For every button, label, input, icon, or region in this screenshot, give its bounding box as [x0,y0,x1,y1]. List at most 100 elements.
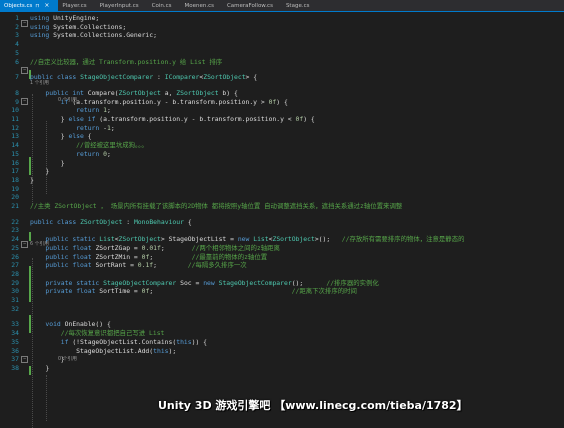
code-token: (a.transform.position.y - b.transform.po… [68,97,269,106]
code-token: } [30,167,50,176]
code-line[interactable]: //曾经被这里坑成狗。。。 [30,141,148,149]
code-token: this [153,346,169,355]
code-comment: //排序器的实例化 [326,278,379,287]
code-line[interactable]: } else { [30,132,92,140]
code-token: ZSortObject [176,88,219,97]
line-number: 37 [11,355,19,364]
code-line[interactable]: } [30,167,49,175]
code-line[interactable]: public class StageObjectComparer : IComp… [30,73,257,81]
code-token: int [72,88,84,97]
code-token: StageObjectComparer [80,73,154,82]
code-token: new [237,235,250,244]
line-number: 18 [11,175,19,184]
code-token: ZSortObject [272,235,315,244]
code-token: StageObjectComparer [218,278,292,287]
code-line[interactable]: if (!StageObjectList.Contains(this)) { [30,338,207,346]
code-line[interactable]: return 0; [30,150,111,158]
code-line[interactable]: private static StageObjectComparer Soc =… [30,278,379,287]
pin-icon[interactable]: ⊓ [35,3,39,9]
code-token: return [76,123,100,132]
fold-toggle-icon[interactable]: − [21,20,28,27]
code-line[interactable]: return -1; [30,124,115,132]
fold-toggle-icon[interactable]: − [21,356,28,363]
code-token: ZSortObject [80,217,123,226]
code-line[interactable]: } [30,159,65,167]
codelens-references[interactable]: 1 个引用 [30,81,49,87]
code-token: > { [245,73,258,82]
code-token: ZSortObject [118,235,161,244]
code-token: ; [149,287,292,296]
code-token: 0.1f [137,261,154,270]
code-line[interactable]: //每次恢复意识都把自己写进 List [30,329,165,337]
code-line[interactable]: StageObjectList.Add(this); [30,347,176,355]
code-line[interactable]: public float ZSortZGap = 0.01f; //两个相邻物体… [30,244,280,252]
line-number: 19 [11,184,19,193]
tab-stage-cs[interactable]: Stage.cs [282,0,319,11]
tab-label: Moenen.cs [184,2,214,9]
tab-label: PlayerInput.cs [99,2,139,9]
code-token: - [99,123,107,132]
line-number: 38 [11,363,19,372]
code-token: ; [160,243,192,252]
line-number: 21 [11,202,19,210]
line-number: 29 [11,278,19,287]
tab-player-cs[interactable]: Player.cs [58,0,95,11]
code-token: } [30,132,69,141]
code-token: (!StageObjectList.Contains( [68,337,177,346]
code-token: > StageObjectList = [160,235,238,244]
code-token: SortRant = [91,261,138,270]
code-line[interactable]: public float ZSortZMin = 0f; //最靠前的物体的z轴… [30,253,267,261]
tab-label: CameraFollow.cs [226,2,273,9]
code-token: new [203,278,215,287]
code-line[interactable]: public static List<ZSortObject> StageObj… [30,235,464,243]
line-number: 14 [11,141,19,150]
code-line[interactable]: using System.Collections.Generic; [30,31,157,39]
tab-coin-cs[interactable]: Coin.cs [148,0,181,11]
code-token: ; [110,123,115,132]
tab-playerinput-cs[interactable]: PlayerInput.cs [96,0,148,11]
line-number: 1 [15,14,19,22]
code-line[interactable]: } [30,364,49,372]
code-line[interactable]: public int Compare(ZSortObject a, ZSortO… [30,88,237,97]
code-comment: //距离下次排序的时间 [291,287,357,296]
code-line[interactable]: void OnEnable() { [30,320,110,328]
code-token: float [72,243,92,252]
code-token: >(); [314,235,342,244]
tab-moenen-cs[interactable]: Moenen.cs [180,0,223,11]
tab-camerafollow-cs[interactable]: CameraFollow.cs [223,0,282,11]
code-line[interactable]: using System.Collections; [30,23,126,31]
code-line[interactable]: if (a.transform.position.y - b.transform… [30,98,288,106]
code-line[interactable]: return 1; [30,106,111,114]
code-line[interactable]: using UnityEngine; [30,14,99,22]
tab-label: Objects.cs [4,2,33,9]
code-line[interactable]: } else if (a.transform.position.y - b.tr… [30,115,315,123]
code-comment: //两个相邻物体之间的z轴距离 [191,243,280,252]
code-token: ZSortZMin = [91,252,142,261]
code-line[interactable]: private float SortTime = 0f; //距离下次排序的时间 [30,287,357,295]
code-line[interactable]: public float SortRant = 0.1f; //每隔多久排序一次 [30,261,246,270]
close-icon[interactable]: × [44,2,49,9]
code-token: public [30,217,54,226]
code-token: private [45,287,73,296]
tab-objects-cs[interactable]: Objects.cs ⊓ × [0,0,59,11]
code-line[interactable]: //主类 ZSortObject ， 场景内所有挂载了该脚本的2D物体 都将按照… [30,202,402,210]
code-token: using [30,14,50,22]
line-number: 25 [11,243,19,252]
fold-toggle-icon[interactable]: − [21,67,28,74]
fold-toggle-icon[interactable]: − [21,98,28,105]
code-token: } [30,363,50,372]
fold-toggle-icon[interactable]: − [21,241,28,248]
code-editor[interactable]: − − − − − 1 个引用 0 个引用 6 个引用 0 个引用 1 using… [0,12,564,428]
code-line[interactable]: //自定义比较器，通过 Transform.position.y 给 List … [30,58,222,66]
code-line[interactable]: public class ZSortObject : MonoBehaviour… [30,218,192,226]
code-token: ) { [303,115,315,123]
code-line[interactable]: } [30,355,65,363]
code-line[interactable]: } [30,176,34,184]
code-comment: //主类 ZSortObject ， 场景内所有挂载了该脚本的2D物体 都将按照… [30,202,403,210]
